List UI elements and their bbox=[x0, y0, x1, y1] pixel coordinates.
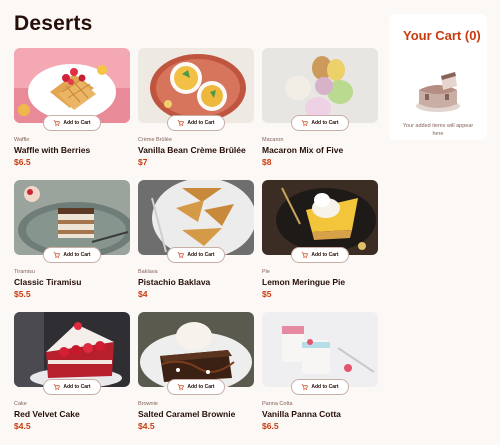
product-price: $8 bbox=[262, 157, 272, 167]
product-image-tiramisu bbox=[14, 180, 130, 255]
product-name: Salted Caramel Brownie bbox=[138, 409, 236, 419]
cart-empty-message: Your added items will appear here bbox=[402, 123, 474, 137]
product-category: Crème Brûlée bbox=[138, 137, 172, 143]
product-name: Vanilla Bean Crème Brûlée bbox=[138, 145, 246, 155]
product-category: Tiramisu bbox=[14, 269, 35, 275]
add-to-cart-label: Add to Cart bbox=[311, 252, 339, 258]
add-to-cart-button[interactable]: Add to Cart bbox=[167, 379, 225, 395]
add-to-cart-label: Add to Cart bbox=[187, 120, 215, 126]
add-to-cart-button[interactable]: Add to Cart bbox=[291, 247, 349, 263]
add-cart-icon bbox=[178, 383, 185, 390]
add-to-cart-button[interactable]: Add to Cart bbox=[43, 247, 101, 263]
product-price: $6.5 bbox=[262, 421, 279, 431]
add-to-cart-button[interactable]: Add to Cart bbox=[43, 379, 101, 395]
product-price: $7 bbox=[138, 157, 148, 167]
product-category: Panna Cotta bbox=[262, 401, 293, 407]
product-category: Brownie bbox=[138, 401, 158, 407]
add-cart-icon bbox=[54, 383, 61, 390]
product-image-creme-brulee bbox=[138, 48, 254, 123]
add-cart-icon bbox=[302, 383, 309, 390]
product-card: Add to Cart Brownie Salted Caramel Brown… bbox=[138, 312, 254, 436]
product-image-baklava bbox=[138, 180, 254, 255]
product-name: Vanilla Panna Cotta bbox=[262, 409, 341, 419]
add-to-cart-button[interactable]: Add to Cart bbox=[291, 115, 349, 131]
product-image-waffle bbox=[14, 48, 130, 123]
add-to-cart-label: Add to Cart bbox=[311, 384, 339, 390]
add-to-cart-button[interactable]: Add to Cart bbox=[167, 247, 225, 263]
product-image-red-velvet-cake bbox=[14, 312, 130, 387]
add-to-cart-button[interactable]: Add to Cart bbox=[291, 379, 349, 395]
product-card: Add to Cart Baklava Pistachio Baklava $4 bbox=[138, 180, 254, 304]
product-image-macarons bbox=[262, 48, 378, 123]
product-card: Add to Cart Tiramisu Classic Tiramisu $5… bbox=[14, 180, 130, 304]
product-price: $4.5 bbox=[14, 421, 31, 431]
product-name: Lemon Meringue Pie bbox=[262, 277, 346, 287]
add-to-cart-label: Add to Cart bbox=[311, 120, 339, 126]
product-image-lemon-pie bbox=[262, 180, 378, 255]
add-to-cart-label: Add to Cart bbox=[63, 252, 91, 258]
product-name: Waffle with Berries bbox=[14, 145, 91, 155]
product-card: Add to Cart Macaron Macaron Mix of Five … bbox=[262, 48, 378, 172]
product-name: Red Velvet Cake bbox=[14, 409, 80, 419]
product-card: Add to Cart Waffle Waffle with Berries $… bbox=[14, 48, 130, 172]
add-cart-icon bbox=[178, 119, 185, 126]
add-to-cart-label: Add to Cart bbox=[187, 252, 215, 258]
add-to-cart-label: Add to Cart bbox=[187, 384, 215, 390]
add-cart-icon bbox=[302, 251, 309, 258]
product-category: Pie bbox=[262, 269, 270, 275]
product-price: $5.5 bbox=[14, 289, 31, 299]
product-price: $4 bbox=[138, 289, 148, 299]
page-title: Deserts bbox=[14, 12, 93, 35]
add-to-cart-button[interactable]: Add to Cart bbox=[167, 115, 225, 131]
add-cart-icon bbox=[178, 251, 185, 258]
product-image-brownie bbox=[138, 312, 254, 387]
add-to-cart-label: Add to Cart bbox=[63, 120, 91, 126]
add-to-cart-label: Add to Cart bbox=[63, 384, 91, 390]
cart-panel: Your Cart (0) Your added items will appe… bbox=[389, 14, 487, 140]
product-price: $4.5 bbox=[138, 421, 155, 431]
product-category: Cake bbox=[14, 401, 27, 407]
product-category: Waffle bbox=[14, 137, 30, 143]
product-category: Baklava bbox=[138, 269, 158, 275]
product-image-panna-cotta bbox=[262, 312, 378, 387]
product-card: Add to Cart Panna Cotta Vanilla Panna Co… bbox=[262, 312, 378, 436]
product-price: $6.5 bbox=[14, 157, 31, 167]
product-card: Add to Cart Cake Red Velvet Cake $4.5 bbox=[14, 312, 130, 436]
product-price: $5 bbox=[262, 289, 272, 299]
add-cart-icon bbox=[54, 119, 61, 126]
product-name: Macaron Mix of Five bbox=[262, 145, 344, 155]
empty-cart-cake-icon bbox=[416, 72, 460, 112]
cart-title: Your Cart (0) bbox=[403, 28, 481, 43]
add-to-cart-button[interactable]: Add to Cart bbox=[43, 115, 101, 131]
product-category: Macaron bbox=[262, 137, 284, 143]
product-card: Add to Cart Pie Lemon Meringue Pie $5 bbox=[262, 180, 378, 304]
product-card: Add to Cart Crème Brûlée Vanilla Bean Cr… bbox=[138, 48, 254, 172]
product-name: Pistachio Baklava bbox=[138, 277, 211, 287]
add-cart-icon bbox=[54, 251, 61, 258]
add-cart-icon bbox=[302, 119, 309, 126]
product-name: Classic Tiramisu bbox=[14, 277, 82, 287]
product-grid: Add to Cart Waffle Waffle with Berries $… bbox=[14, 48, 378, 436]
